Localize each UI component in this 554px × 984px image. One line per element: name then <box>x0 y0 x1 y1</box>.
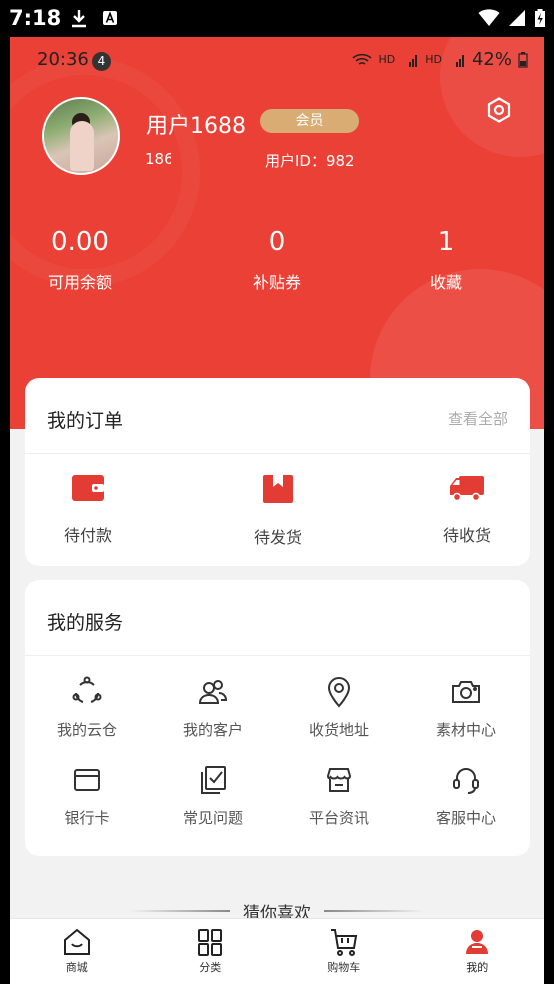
coupons-label: 补贴券 <box>252 273 301 292</box>
coupons-value: 0 <box>268 227 286 257</box>
app-frame: 20:36 4 HD HD 42% 用户1688 会员 186 用户ID：982 <box>10 37 544 984</box>
service-bank-card-label: 银行卡 <box>64 809 110 827</box>
stat-favorites[interactable]: 1 收藏 <box>381 227 511 293</box>
tab-mine[interactable]: 我的 <box>411 919 545 984</box>
user-id: 用户ID：982 <box>265 152 355 170</box>
order-pending-payment[interactable]: 待付款 <box>33 474 143 546</box>
camera-icon <box>452 681 480 703</box>
faq-icon <box>201 766 226 794</box>
tab-mine-label: 我的 <box>466 961 489 974</box>
stat-balance[interactable]: 0.00 可用余额 <box>15 227 145 293</box>
service-faq-label: 常见问题 <box>182 809 243 827</box>
favorites-value: 1 <box>437 227 455 257</box>
signal-icon <box>509 10 525 26</box>
bottom-tab-bar: 商城 分类 购物车 我的 <box>10 918 544 984</box>
category-icon <box>198 929 223 956</box>
download-icon <box>72 10 86 28</box>
hd-icon: HD <box>425 53 442 66</box>
balance-label: 可用余额 <box>47 273 112 292</box>
services-title: 我的服务 <box>47 612 124 634</box>
package-icon <box>263 475 293 503</box>
inner-status-time: 20:36 <box>37 49 89 70</box>
tab-category[interactable]: 分类 <box>144 919 278 984</box>
font-a-icon <box>103 11 117 25</box>
phone-number: 186 <box>145 150 171 168</box>
cart-icon <box>330 929 357 956</box>
order-pending-receipt[interactable]: 待收货 <box>412 474 522 546</box>
service-news-label: 平台资讯 <box>308 809 369 827</box>
service-news[interactable]: 平台资讯 <box>279 764 399 828</box>
signal-4g-icon <box>455 54 464 67</box>
orders-title: 我的订单 <box>47 410 124 432</box>
notification-count-badge: 4 <box>92 52 111 71</box>
headset-icon <box>453 768 479 794</box>
order-pending-payment-label: 待付款 <box>63 526 112 545</box>
member-badge[interactable]: 会员 <box>260 109 359 133</box>
store-icon <box>326 768 352 792</box>
customers-icon <box>198 680 228 704</box>
signal-4g-icon <box>409 54 418 67</box>
service-cloud-warehouse-label: 我的云仓 <box>56 721 117 739</box>
service-faq[interactable]: 常见问题 <box>153 764 273 828</box>
service-customer-support-label: 客服中心 <box>435 809 496 827</box>
wallet-icon <box>72 475 104 501</box>
battery-icon <box>518 51 528 68</box>
wifi-icon <box>478 9 500 26</box>
service-cloud-warehouse[interactable]: 我的云仓 <box>27 676 147 740</box>
system-status-bar: 7:18 <box>0 0 554 37</box>
services-card: 我的服务 我的云仓 我的客户 收货地址 素材中心 银行卡 常见问题 平台资讯 客… <box>25 580 530 856</box>
username: 用户1688 <box>146 114 246 139</box>
tab-cart[interactable]: 购物车 <box>277 919 411 984</box>
tab-category-label: 分类 <box>199 961 222 974</box>
wifi-icon <box>352 53 373 65</box>
location-icon <box>327 677 351 708</box>
home-icon <box>63 928 90 955</box>
system-time: 7:18 <box>9 6 62 30</box>
service-materials[interactable]: 素材中心 <box>406 676 526 740</box>
avatar[interactable] <box>42 97 120 175</box>
inner-status-bar: 20:36 4 HD HD 42% <box>10 49 544 75</box>
bank-card-icon <box>74 769 100 791</box>
service-customer-support[interactable]: 客服中心 <box>406 764 526 828</box>
view-all-orders-link[interactable]: 查看全部 <box>448 408 508 429</box>
battery-charging-icon <box>535 9 545 27</box>
tab-mall[interactable]: 商城 <box>10 919 144 984</box>
service-customers[interactable]: 我的客户 <box>153 676 273 740</box>
cloud-warehouse-icon <box>72 676 102 703</box>
stat-coupons[interactable]: 0 补贴券 <box>212 227 342 293</box>
truck-icon <box>450 476 484 502</box>
settings-icon[interactable] <box>484 95 514 125</box>
order-pending-receipt-label: 待收货 <box>442 526 491 545</box>
service-address-label: 收货地址 <box>308 721 369 739</box>
service-materials-label: 素材中心 <box>435 721 496 739</box>
service-bank-card[interactable]: 银行卡 <box>27 764 147 828</box>
profile-icon <box>466 930 489 954</box>
tab-mall-label: 商城 <box>65 961 88 974</box>
battery-percent: 42% <box>471 49 512 70</box>
orders-card: 我的订单 查看全部 待付款 待发货 待收货 <box>25 378 530 566</box>
tab-cart-label: 购物车 <box>327 961 361 974</box>
service-address[interactable]: 收货地址 <box>279 676 399 740</box>
favorites-label: 收藏 <box>429 273 462 292</box>
profile-header: 20:36 4 HD HD 42% 用户1688 会员 186 用户ID：982 <box>10 37 544 429</box>
balance-value: 0.00 <box>51 227 109 257</box>
order-pending-shipment-label: 待发货 <box>253 528 302 547</box>
service-customers-label: 我的客户 <box>182 721 243 739</box>
hd-icon: HD <box>378 53 396 66</box>
order-pending-shipment[interactable]: 待发货 <box>223 474 333 548</box>
